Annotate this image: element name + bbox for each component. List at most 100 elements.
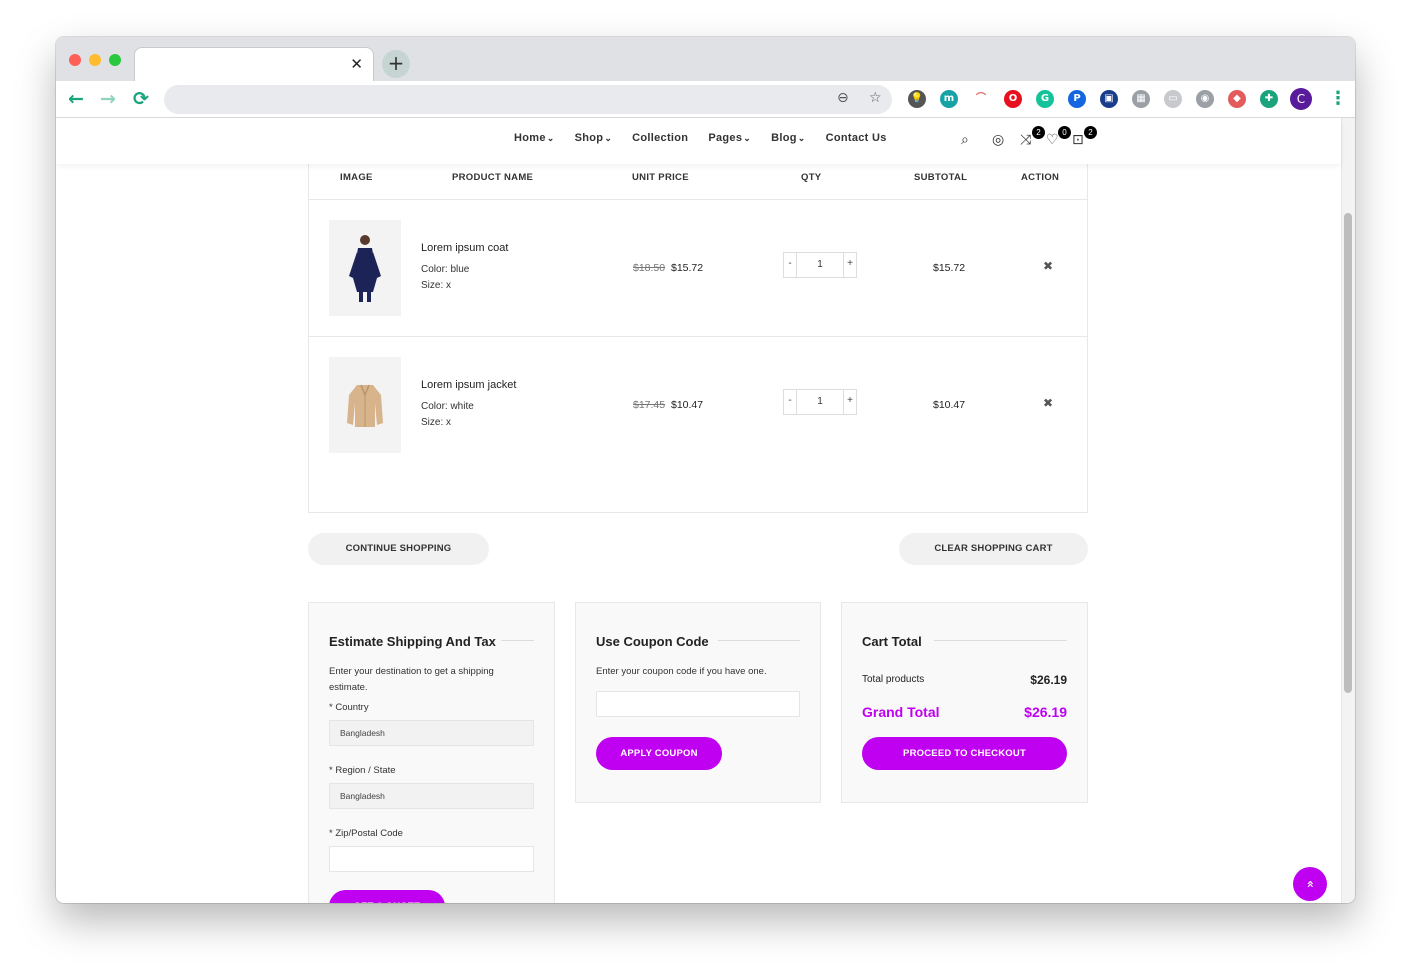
minimize-window-button[interactable] bbox=[89, 54, 101, 66]
nav-item-home[interactable]: Home⌄ bbox=[514, 132, 555, 144]
coupon-input[interactable] bbox=[596, 691, 800, 717]
m-ext-icon[interactable]: m bbox=[940, 90, 958, 108]
row-subtotal: $10.47 bbox=[933, 399, 966, 411]
unit-price: $15.72 bbox=[671, 262, 704, 274]
site-header: Home⌄ Shop⌄ Collection Pages⌄ Blog⌄ Contact U… bbox=[56, 118, 1341, 164]
page-scrollbar[interactable] bbox=[1341, 118, 1355, 903]
rainbow-ext-icon[interactable]: ⌒ bbox=[972, 90, 990, 108]
product-color: Color: white bbox=[421, 401, 474, 412]
product-name[interactable]: Lorem ipsum jacket bbox=[421, 379, 516, 391]
qty-decrease-button[interactable]: - bbox=[784, 390, 797, 414]
scroll-to-top-button[interactable]: » bbox=[1293, 867, 1327, 901]
title-rule bbox=[934, 640, 1067, 641]
col-action: ACTION bbox=[1021, 172, 1060, 183]
table-row: Lorem ipsum jacket Color: white Size: x … bbox=[309, 337, 1087, 474]
get-quote-button[interactable]: GET A QUOTE bbox=[329, 890, 445, 903]
qty-input[interactable]: 1 bbox=[797, 253, 843, 277]
bulb-ext-icon[interactable]: 💡 bbox=[908, 90, 926, 108]
back-arrow-icon[interactable]: ← bbox=[68, 88, 84, 110]
product-color: Color: blue bbox=[421, 264, 470, 275]
zoom-out-icon[interactable]: ⊖ bbox=[837, 90, 849, 106]
coupon-intro: Enter your coupon code if you have one. bbox=[596, 666, 767, 677]
zip-label: * Zip/Postal Code bbox=[329, 828, 403, 839]
remove-item-icon[interactable]: ✖ bbox=[1043, 396, 1053, 410]
p-ext-icon[interactable]: P bbox=[1068, 90, 1086, 108]
quantity-stepper: - 1 + bbox=[783, 252, 857, 278]
region-label: * Region / State bbox=[329, 765, 396, 776]
puzzle-ext-icon[interactable]: ✚ bbox=[1260, 90, 1278, 108]
continue-shopping-button[interactable]: CONTINUE SHOPPING bbox=[308, 533, 489, 565]
address-bar[interactable]: ⊖ ☆ bbox=[164, 85, 892, 114]
browser-toolbar: ← → ⟳ ⊖ ☆ 💡 m ⌒ O G P ▣ ▦ ▭ ◉ ◆ ✚ C ⋮ bbox=[56, 81, 1355, 118]
bookmark-star-icon[interactable]: ☆ bbox=[869, 90, 882, 106]
opera-ext-icon[interactable]: O bbox=[1004, 90, 1022, 108]
qty-input[interactable]: 1 bbox=[797, 390, 843, 414]
qty-decrease-button[interactable]: - bbox=[784, 253, 797, 277]
account-icon[interactable]: ◎ bbox=[992, 132, 1004, 148]
new-tab-button[interactable]: + bbox=[382, 50, 410, 78]
qty-increase-button[interactable]: + bbox=[843, 253, 856, 277]
zip-input[interactable] bbox=[329, 846, 534, 872]
book-ext-icon[interactable]: ▣ bbox=[1100, 90, 1118, 108]
nav-label: Shop bbox=[574, 132, 604, 144]
person-ext-icon[interactable]: ▦ bbox=[1132, 90, 1150, 108]
browser-window: ✕ + ← → ⟳ ⊖ ☆ 💡 m ⌒ O G P ▣ ▦ ▭ ◉ ◆ ✚ C ⋮ Home⌄ Shop… bbox=[56, 37, 1355, 903]
nav-item-collection[interactable]: Collection bbox=[632, 132, 688, 144]
close-window-button[interactable] bbox=[69, 54, 81, 66]
compare-count-badge: 2 bbox=[1032, 126, 1045, 139]
remove-item-icon[interactable]: ✖ bbox=[1043, 259, 1053, 273]
quantity-stepper: - 1 + bbox=[783, 389, 857, 415]
table-row: Lorem ipsum coat Color: blue Size: x $18… bbox=[309, 200, 1087, 337]
nav-label: Blog bbox=[771, 132, 797, 144]
apply-coupon-button[interactable]: APPLY COUPON bbox=[596, 737, 722, 770]
cart-bag-icon[interactable]: ⊡ bbox=[1072, 132, 1084, 148]
country-select[interactable]: Bangladesh bbox=[329, 720, 534, 746]
clear-cart-button[interactable]: CLEAR SHOPPING CART bbox=[899, 533, 1088, 565]
double-chevron-up-icon: » bbox=[1302, 880, 1317, 888]
wishlist-heart-icon[interactable]: ♡ bbox=[1046, 132, 1059, 148]
grammarly-ext-icon[interactable]: G bbox=[1036, 90, 1054, 108]
country-label: * Country bbox=[329, 702, 369, 713]
col-image: IMAGE bbox=[340, 172, 373, 183]
window-ext-icon[interactable]: ▭ bbox=[1164, 90, 1182, 108]
nav-item-shop[interactable]: Shop⌄ bbox=[575, 132, 613, 144]
product-image-jacket[interactable] bbox=[329, 357, 401, 453]
zoom-window-button[interactable] bbox=[109, 54, 121, 66]
region-select[interactable]: Bangladesh bbox=[329, 783, 534, 809]
cart-count-badge: 2 bbox=[1084, 126, 1097, 139]
chevron-down-icon: ⌄ bbox=[546, 133, 555, 143]
shipping-title: Estimate Shipping And Tax bbox=[329, 634, 496, 649]
scrollbar-thumb[interactable] bbox=[1344, 213, 1352, 693]
cart-total-title: Cart Total bbox=[862, 634, 922, 649]
product-name[interactable]: Lorem ipsum coat bbox=[421, 242, 508, 254]
chat-ext-icon[interactable]: ◉ bbox=[1196, 90, 1214, 108]
total-products-label: Total products bbox=[862, 674, 925, 685]
old-price: $18.50 bbox=[633, 262, 666, 274]
profile-avatar[interactable]: C bbox=[1290, 88, 1312, 110]
browser-tab[interactable]: ✕ bbox=[134, 47, 374, 81]
product-size: Size: x bbox=[421, 417, 452, 428]
cart-table: IMAGE PRODUCT NAME UNIT PRICE QTY SUBTOT… bbox=[308, 158, 1088, 513]
qty-increase-button[interactable]: + bbox=[843, 390, 856, 414]
reload-icon[interactable]: ⟳ bbox=[133, 88, 149, 110]
browser-menu-icon[interactable]: ⋮ bbox=[1329, 88, 1347, 109]
grand-total-label: Grand Total bbox=[862, 704, 940, 720]
wishlist-count-badge: 0 bbox=[1058, 126, 1071, 139]
forward-arrow-icon[interactable]: → bbox=[100, 88, 116, 110]
web-page: Home⌄ Shop⌄ Collection Pages⌄ Blog⌄ Contact U… bbox=[56, 118, 1355, 903]
chevron-down-icon: ⌄ bbox=[604, 133, 613, 143]
title-rule bbox=[501, 640, 534, 641]
shapes-ext-icon[interactable]: ◆ bbox=[1228, 90, 1246, 108]
nav-label: Contact Us bbox=[825, 132, 887, 144]
search-icon[interactable]: ⌕ bbox=[961, 132, 969, 148]
col-unit-price: UNIT PRICE bbox=[632, 172, 689, 183]
product-image-coat[interactable] bbox=[329, 220, 401, 316]
cart-total-panel: Cart Total Total products $26.19 Grand T… bbox=[841, 602, 1088, 803]
compare-icon[interactable]: ⤨ bbox=[1020, 132, 1031, 148]
nav-item-contact-us[interactable]: Contact Us bbox=[826, 132, 887, 144]
nav-item-pages[interactable]: Pages⌄ bbox=[708, 132, 751, 144]
nav-item-blog[interactable]: Blog⌄ bbox=[771, 132, 805, 144]
proceed-to-checkout-button[interactable]: PROCEED TO CHECKOUT bbox=[862, 737, 1067, 770]
row-subtotal: $15.72 bbox=[933, 262, 966, 274]
tab-close-icon[interactable]: ✕ bbox=[350, 55, 363, 73]
